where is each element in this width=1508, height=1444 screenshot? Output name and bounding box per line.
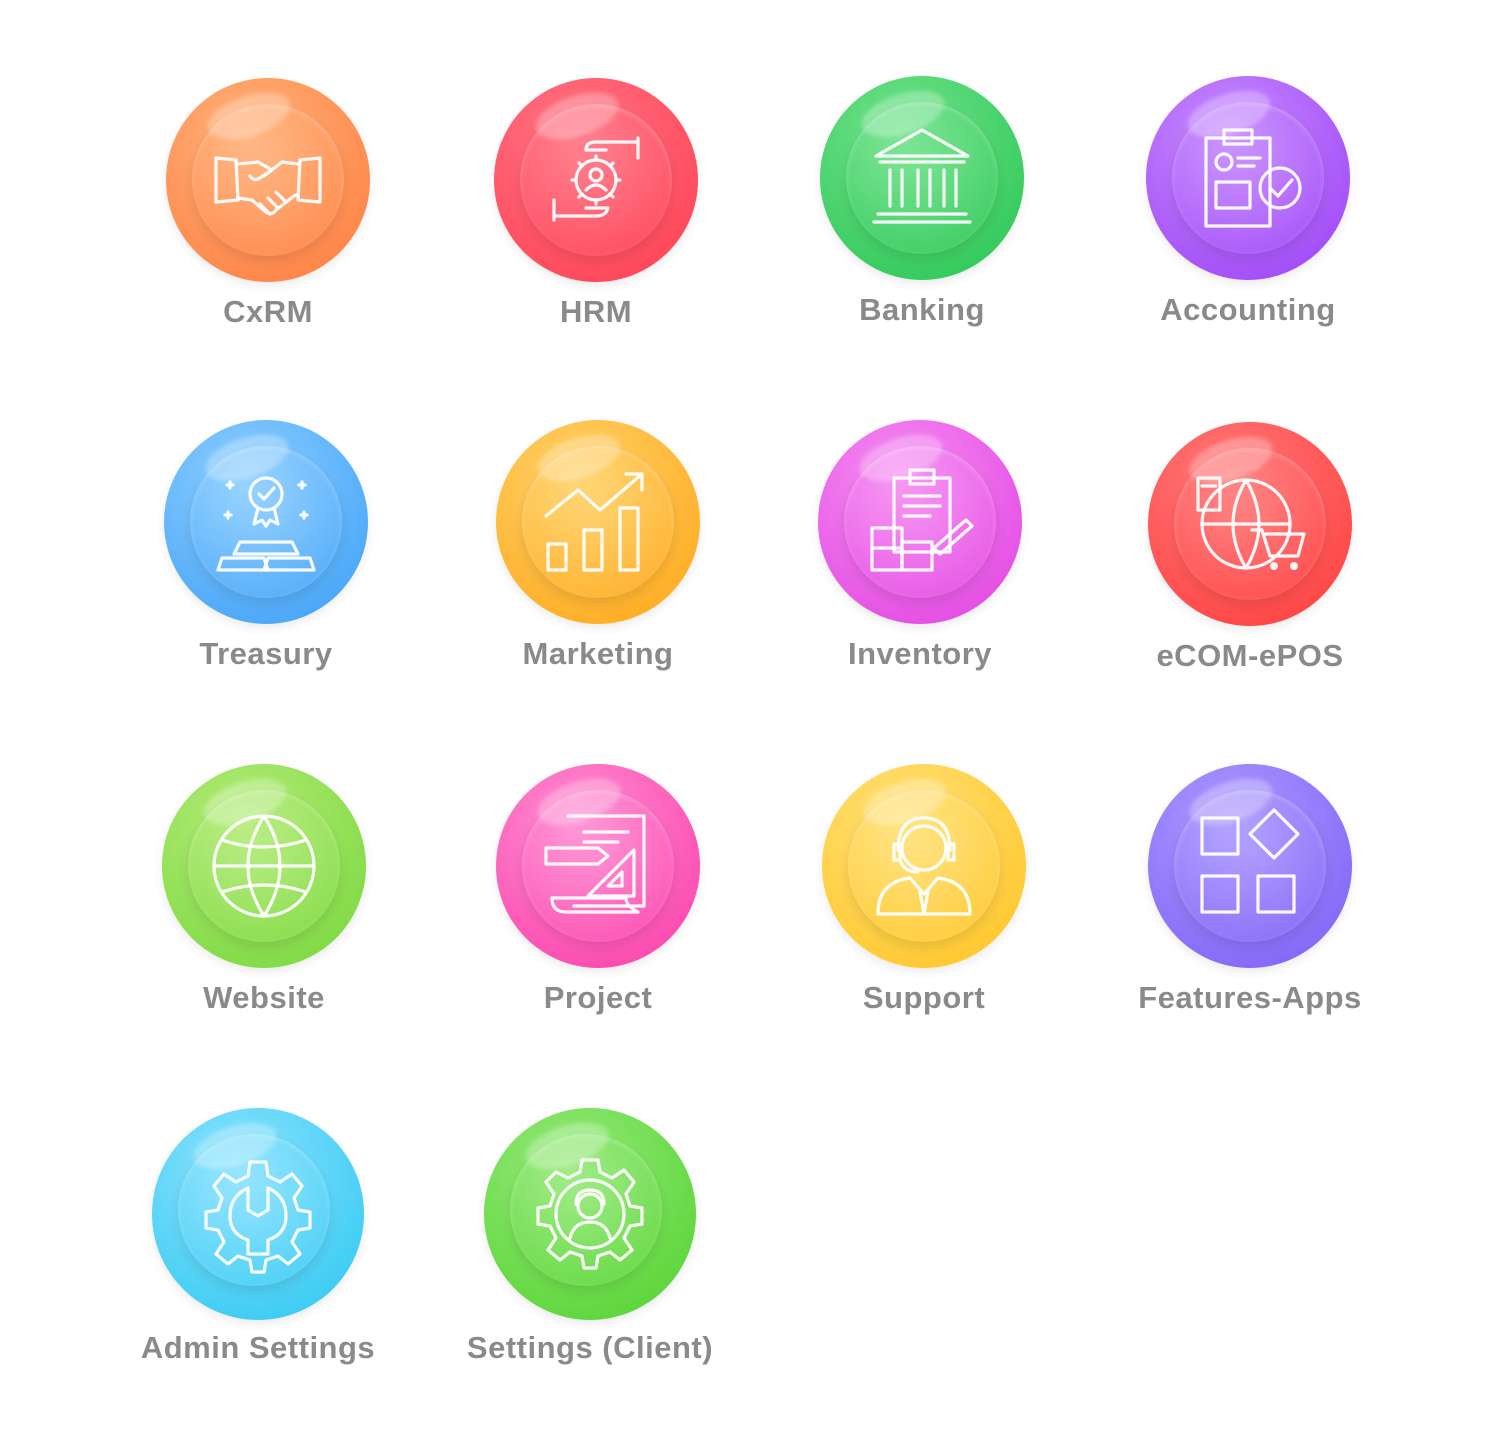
module-treasury[interactable]: Treasury	[106, 420, 426, 710]
growth-chart-icon	[544, 472, 644, 572]
handshake-icon	[214, 156, 322, 216]
hr-hands-gear-icon	[552, 136, 640, 222]
module-orb	[1146, 76, 1350, 280]
module-admin-settings[interactable]: Admin Settings	[98, 1108, 418, 1398]
module-label: eCOM-ePOS	[1156, 638, 1344, 673]
boxes-clipboard-icon	[870, 468, 974, 572]
support-agent-icon	[876, 816, 972, 916]
module-settings-client[interactable]: Settings (Client)	[430, 1108, 750, 1398]
module-label: Banking	[859, 292, 985, 327]
module-project[interactable]: Project	[438, 764, 758, 1054]
module-label: Accounting	[1160, 292, 1336, 327]
app-blocks-icon	[1200, 808, 1300, 914]
globe-icon	[212, 814, 316, 918]
gear-person-icon	[536, 1158, 644, 1270]
module-marketing[interactable]: Marketing	[438, 420, 758, 710]
module-label: Treasury	[199, 636, 333, 671]
module-ecom-epos[interactable]: eCOM-ePOS	[1090, 422, 1410, 712]
module-label: Inventory	[847, 636, 993, 671]
module-features-apps[interactable]: Features-Apps	[1090, 764, 1410, 1054]
clipboard-check-icon	[1204, 128, 1302, 228]
module-hrm[interactable]: HRM	[436, 78, 756, 368]
module-orb	[484, 1108, 696, 1320]
module-label: Features-Apps	[1138, 980, 1362, 1015]
module-orb	[822, 764, 1026, 968]
module-orb	[1148, 764, 1352, 968]
module-label: Project	[543, 980, 653, 1015]
module-inventory[interactable]: Inventory	[760, 420, 1080, 710]
module-support[interactable]: Support	[764, 764, 1084, 1054]
module-website[interactable]: Website	[104, 764, 424, 1054]
module-orb	[494, 78, 698, 282]
module-orb	[152, 1108, 364, 1320]
module-orb	[1148, 422, 1352, 626]
module-label: Settings (Client)	[466, 1330, 714, 1365]
module-label: Marketing	[522, 636, 674, 671]
module-orb	[496, 764, 700, 968]
module-label: Website	[203, 980, 325, 1015]
module-orb	[496, 420, 700, 624]
module-label: CxRM	[223, 294, 313, 329]
gear-wrench-icon	[204, 1160, 312, 1274]
module-orb	[166, 78, 370, 282]
module-orb	[820, 76, 1024, 280]
bank-building-icon	[872, 128, 972, 224]
module-label: Support	[862, 980, 986, 1015]
module-banking[interactable]: Banking	[762, 76, 1082, 366]
module-accounting[interactable]: Accounting	[1088, 76, 1408, 366]
module-label: HRM	[559, 294, 633, 329]
blueprint-ruler-icon	[544, 814, 646, 914]
module-orb	[164, 420, 368, 624]
module-label: Admin Settings	[140, 1330, 376, 1365]
gold-bars-award-icon	[216, 476, 316, 572]
globe-cart-icon	[1196, 476, 1306, 570]
module-orb	[818, 420, 1022, 624]
module-orb	[162, 764, 366, 968]
module-cxrm[interactable]: CxRM	[108, 78, 428, 368]
